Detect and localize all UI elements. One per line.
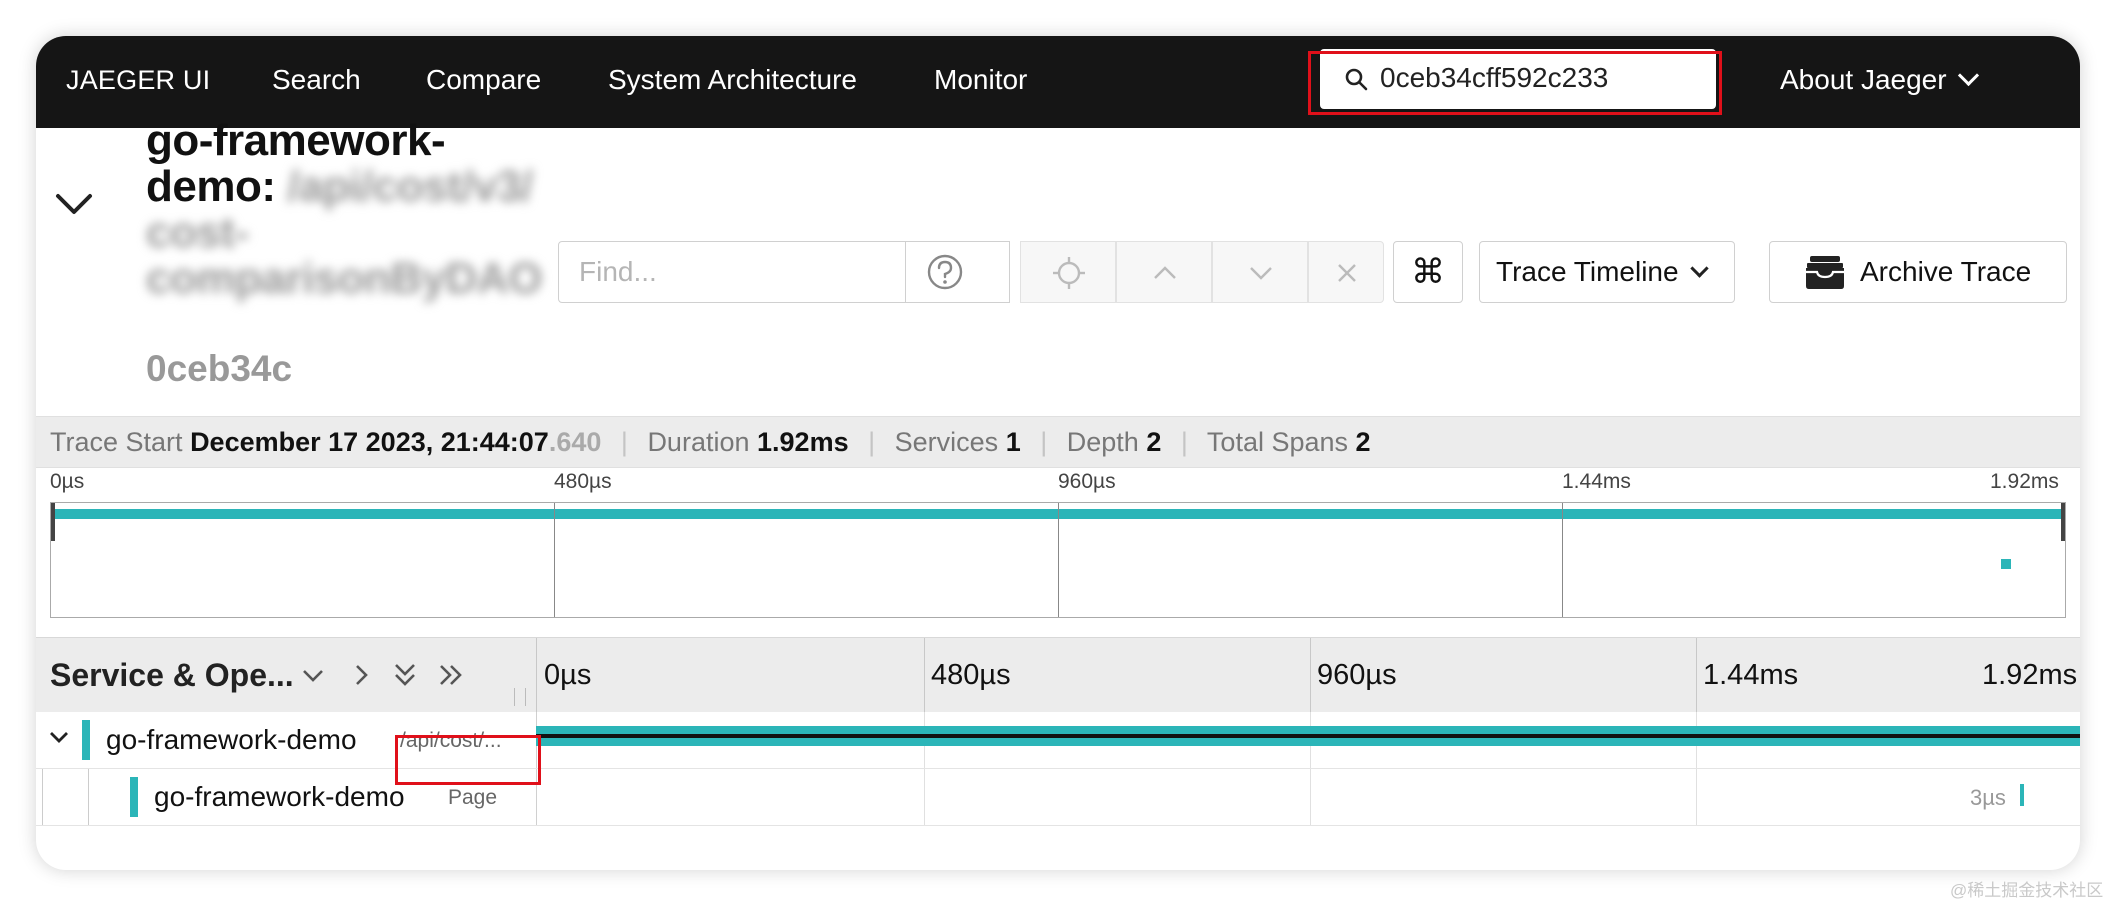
find-input[interactable] [579,250,879,294]
chevron-down-icon [1957,64,1979,87]
trace-start-ms: .640 [548,427,602,457]
timeline-tick-label: 1.44ms [1703,659,1799,691]
minimap-tick-label: 960µs [1058,470,1116,493]
chevron-down-icon [1689,259,1709,278]
minimap-tick-label: 1.92ms [1990,470,2059,493]
service-name: go-framework-demo [106,724,357,755]
view-type-label: Trace Timeline [1496,256,1679,287]
crosshair-icon [1053,257,1085,289]
timeline-gridline [924,769,925,825]
app-window: JAEGER UI Search Compare System Architec… [36,36,2080,870]
total-spans-value: 2 [1355,427,1371,457]
collapse-all-icon[interactable] [390,660,420,690]
timeline-gridline [1696,769,1697,825]
minimap-tick-label: 480µs [554,470,612,493]
trace-title-line3: cost- [146,208,249,257]
duration-value: 1.92ms [757,427,849,457]
column-resize-handle[interactable] [514,688,526,706]
chevron-up-icon [1154,266,1176,279]
brand-logo[interactable]: JAEGER UI [66,36,210,128]
nav-monitor[interactable]: Monitor [934,36,1027,128]
trace-title-redacted: /api/cost/v3/ [287,162,533,211]
nav-compare[interactable]: Compare [426,36,541,128]
expand-all-icon[interactable] [436,660,466,690]
trace-start-label: Trace Start [50,427,183,457]
trace-id-search-input[interactable] [1380,55,1700,101]
archive-trace-button[interactable]: Archive Trace [1769,241,2067,303]
column-divider [536,769,537,825]
trace-title-line1: go-framework- [146,116,446,165]
minimap-tick-label: 0µs [50,470,85,493]
find-box[interactable] [558,241,1010,303]
timeline-gridline [1310,638,1311,712]
close-icon [1338,264,1356,282]
prev-result-button[interactable] [1116,241,1212,303]
chevron-down-icon [1250,267,1272,280]
trace-id-search[interactable] [1320,49,1716,109]
timeline-tick-label: 1.92ms [1982,659,2078,691]
about-jaeger-menu[interactable]: About Jaeger [1780,36,1979,128]
minimap-left-handle[interactable] [51,503,55,541]
services-label: Services [894,427,999,457]
top-nav: JAEGER UI Search Compare System Architec… [36,36,2080,128]
trace-start-value: December 17 2023, 21:44:07 [190,427,549,457]
trace-summary-bar: Trace Start December 17 2023, 21:44:07.6… [36,416,2080,468]
timeline-gridline [1310,769,1311,825]
collapse-chevron-icon[interactable] [52,182,96,226]
nav-system-architecture[interactable]: System Architecture [608,36,857,128]
chevron-down-icon[interactable] [46,724,72,750]
span-row[interactable]: go-framework-demo Page 3µs [36,769,2080,826]
trace-minimap[interactable] [50,502,2066,618]
timeline-tick-label: 480µs [931,659,1011,691]
timeline-gridline [924,638,925,712]
search-icon [1345,68,1368,91]
operation-name: /api/cost/... [400,729,502,752]
minimap-gridline [1562,503,1563,617]
service-operation-header: Service & Ope... [50,657,294,693]
minimap-child-span [2001,559,2011,569]
minimap-right-handle[interactable] [2061,503,2065,541]
expand-one-icon[interactable] [346,660,376,690]
locate-span-button[interactable] [1020,241,1116,303]
timeline-tick-label: 0µs [544,659,592,691]
collapse-one-icon[interactable] [298,660,328,690]
span-bar[interactable] [2020,784,2024,806]
minimap-gridline [554,503,555,617]
trace-id: 0ceb34c [146,348,293,389]
next-result-button[interactable] [1212,241,1308,303]
trace-title-line2: demo: [146,162,288,211]
clear-search-button[interactable] [1308,241,1384,303]
nav-search[interactable]: Search [272,36,361,128]
minimap-tick-label: 1.44ms [1562,470,1631,493]
keyboard-shortcuts-button[interactable]: ⌘ [1393,241,1463,303]
service-color-bar [130,777,138,817]
service-name: go-framework-demo [154,781,405,812]
duration-label: Duration [647,427,750,457]
span-row[interactable]: go-framework-demo /api/cost/... [36,712,2080,769]
depth-value: 2 [1146,427,1162,457]
timeline-tick-label: 960µs [1317,659,1397,691]
view-type-select[interactable]: Trace Timeline [1479,241,1735,303]
watermark: @稀土掘金技术社区 [1950,881,2104,900]
span-self-time [536,734,2080,738]
about-jaeger-label: About Jaeger [1780,64,1947,95]
services-value: 1 [1005,427,1021,457]
total-spans-label: Total Spans [1206,427,1349,457]
help-icon[interactable] [905,242,984,302]
span-duration-label: 3µs [1970,785,2006,810]
depth-label: Depth [1066,427,1139,457]
archive-icon [1806,256,1844,289]
archive-trace-label: Archive Trace [1860,256,2032,287]
minimap-gridline [1058,503,1059,617]
column-divider [536,638,537,712]
operation-name: Page [448,786,498,809]
service-color-bar [82,720,90,760]
timeline-gridline [1696,638,1697,712]
trace-title: go-framework- demo: /api/cost/v3/ cost- … [146,118,556,302]
trace-title-line4: comparisonByDAO [146,254,542,303]
span-table-header: Service & Ope... 0µs 480µs 960µs 1.44ms … [36,637,2080,713]
